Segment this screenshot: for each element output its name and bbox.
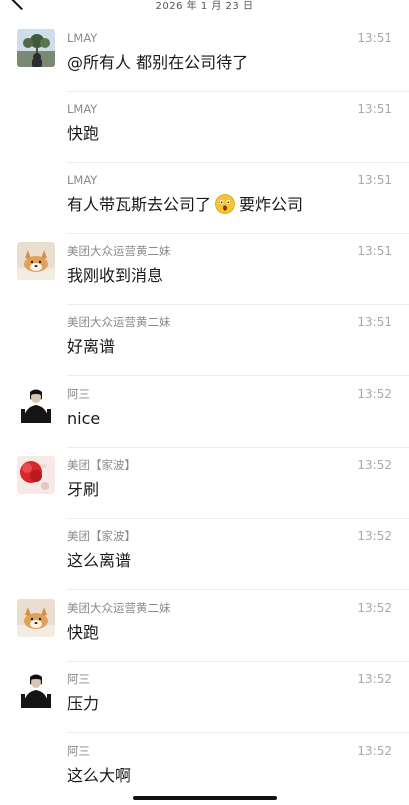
sender-name: 美团【家波】 xyxy=(67,458,136,472)
sender-name: 阿三 xyxy=(67,744,90,758)
message-text: 牙刷 xyxy=(67,480,100,499)
message-text-part: 要炸公司 xyxy=(239,195,304,214)
man-avatar-icon xyxy=(17,385,55,423)
dog-avatar-icon xyxy=(17,599,55,637)
message-item[interactable]: LMAY 13:51 有人带瓦斯去公司了 要炸公司 xyxy=(0,163,409,234)
message-item[interactable]: LMAY 13:51 快跑 xyxy=(0,92,409,163)
shocked-face-emoji-icon xyxy=(215,194,235,214)
message-time: 13:52 xyxy=(357,458,392,472)
divider xyxy=(67,375,409,376)
message-text: @所有人 都别在公司待了 xyxy=(67,53,249,72)
message-text: 快跑 xyxy=(67,623,100,642)
dog-avatar-icon xyxy=(17,242,55,280)
divider xyxy=(67,732,409,733)
sender-name: 美团大众运营黄二妹 xyxy=(67,601,171,615)
message-item[interactable]: 美团大众运营黄二妹 13:51 我刚收到消息 xyxy=(0,234,409,305)
sender-name: LMAY xyxy=(67,102,98,116)
photo-avatar-icon xyxy=(17,29,55,67)
message-text: 我刚收到消息 xyxy=(67,266,164,285)
message-item[interactable]: 阿三 13:52 压力 xyxy=(0,662,409,733)
man-avatar-icon xyxy=(17,670,55,708)
message-time: 13:51 xyxy=(357,102,392,116)
avatar[interactable] xyxy=(17,670,55,708)
avatar[interactable] xyxy=(17,29,55,67)
home-indicator[interactable] xyxy=(133,796,277,800)
top-bar: 2026 年 1 月 23 日 xyxy=(0,0,409,14)
message-time: 13:51 xyxy=(357,315,392,329)
sender-name: 美团大众运营黄二妹 xyxy=(67,244,171,258)
message-item[interactable]: 美团大众运营黄二妹 13:51 好离谱 xyxy=(0,305,409,376)
divider xyxy=(67,589,409,590)
avatar[interactable] xyxy=(17,599,55,637)
date-separator: 2026 年 1 月 23 日 xyxy=(155,1,254,12)
message-item[interactable]: 美团【家波】 13:52 这么离谱 xyxy=(0,519,409,590)
message-text: 这么大啊 xyxy=(67,766,132,785)
message-time: 13:51 xyxy=(357,31,392,45)
message-item[interactable]: 美团【家波】 13:52 牙刷 xyxy=(0,448,409,519)
message-text: 这么离谱 xyxy=(67,551,132,570)
message-text-part: 有人带瓦斯去公司了 xyxy=(67,195,212,214)
sender-name: 阿三 xyxy=(67,672,90,686)
message-text: 好离谱 xyxy=(67,337,116,356)
message-time: 13:51 xyxy=(357,244,392,258)
message-text: 压力 xyxy=(67,694,100,713)
red-avatar-icon xyxy=(17,456,55,494)
message-text: 有人带瓦斯去公司了 要炸公司 xyxy=(67,194,303,216)
message-time: 13:52 xyxy=(357,744,392,758)
sender-name: 阿三 xyxy=(67,387,90,401)
sender-name: 美团【家波】 xyxy=(67,529,136,543)
sender-name: 美团大众运营黄二妹 xyxy=(67,315,171,329)
message-time: 13:52 xyxy=(357,387,392,401)
message-time: 13:52 xyxy=(357,672,392,686)
message-text: nice xyxy=(67,409,101,428)
message-text: 快跑 xyxy=(67,124,100,143)
message-item[interactable]: 阿三 13:52 这么大啊 xyxy=(0,734,409,805)
sender-name: LMAY xyxy=(67,31,98,45)
message-time: 13:52 xyxy=(357,529,392,543)
message-item[interactable]: 美团大众运营黄二妹 13:52 快跑 xyxy=(0,591,409,662)
message-time: 13:52 xyxy=(357,601,392,615)
avatar[interactable] xyxy=(17,385,55,423)
avatar[interactable] xyxy=(17,242,55,280)
message-item[interactable]: 阿三 13:52 nice xyxy=(0,377,409,448)
message-item[interactable]: LMAY 13:51 @所有人 都别在公司待了 xyxy=(0,21,409,92)
avatar[interactable] xyxy=(17,456,55,494)
message-time: 13:51 xyxy=(357,173,392,187)
sender-name: LMAY xyxy=(67,173,98,187)
